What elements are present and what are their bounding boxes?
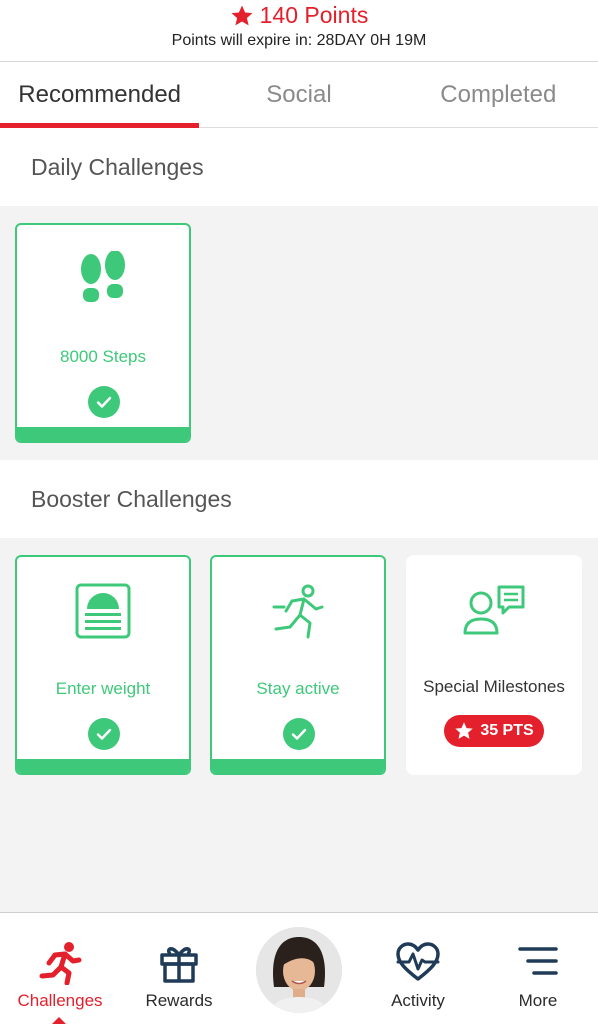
booster-challenges-title: Booster Challenges (0, 460, 598, 538)
nav-label: Challenges (17, 991, 103, 1010)
challenge-card-steps[interactable]: 8000 Steps (15, 223, 191, 443)
points-header: 140 Points Points will expire in: 28DAY … (0, 0, 598, 62)
footprints-icon (17, 251, 189, 315)
menu-icon (478, 941, 598, 985)
avatar[interactable] (256, 927, 342, 1013)
challenge-card-stay-active[interactable]: Stay active (210, 555, 386, 775)
challenge-card-special-milestones[interactable]: Special Milestones 35 PTS (406, 555, 582, 775)
nav-label: Activity (391, 991, 445, 1010)
challenge-card-enter-weight[interactable]: Enter weight (15, 555, 191, 775)
nav-rewards[interactable]: Rewards (119, 913, 239, 1024)
tab-social[interactable]: Social (199, 62, 398, 127)
check-icon (283, 718, 315, 750)
challenge-label: Enter weight (55, 679, 151, 698)
challenge-label: Special Milestones (423, 677, 565, 696)
star-icon (231, 5, 253, 25)
weight-scale-icon (17, 583, 189, 647)
check-icon (88, 386, 120, 418)
challenge-tabs: Recommended Social Completed (0, 62, 598, 128)
nav-challenges[interactable]: Challenges (0, 913, 120, 1024)
challenge-label: Stay active (256, 679, 340, 698)
tab-recommended[interactable]: Recommended (0, 62, 200, 128)
running-icon (0, 941, 120, 985)
nav-label: Rewards (145, 991, 213, 1010)
active-indicator (51, 1017, 67, 1024)
nav-activity[interactable]: Activity (358, 913, 478, 1024)
completed-bar (212, 759, 384, 773)
nav-label: More (518, 991, 558, 1010)
badge-text: 35 PTS (480, 722, 534, 739)
gift-icon (119, 941, 239, 985)
heartbeat-icon (358, 941, 478, 985)
person-chat-icon (406, 581, 582, 645)
check-icon (88, 718, 120, 750)
challenge-label: 8000 Steps (59, 347, 146, 366)
points-label: 140 Points (259, 2, 369, 28)
challenges-content[interactable]: Daily Challenges 8000 Steps Booster Chal… (0, 128, 598, 912)
completed-bar (17, 759, 189, 773)
points-total: 140 Points (0, 2, 598, 29)
daily-challenges-title: Daily Challenges (0, 128, 598, 206)
tab-completed[interactable]: Completed (399, 62, 598, 127)
bottom-navigation: Challenges Rewards Activity More (0, 912, 598, 1024)
running-person-icon (212, 583, 384, 647)
star-icon (455, 722, 474, 739)
completed-bar (17, 427, 189, 441)
points-expiry: Points will expire in: 28DAY 0H 19M (171, 32, 427, 49)
nav-more[interactable]: More (478, 913, 598, 1024)
points-badge: 35 PTS (444, 715, 544, 747)
